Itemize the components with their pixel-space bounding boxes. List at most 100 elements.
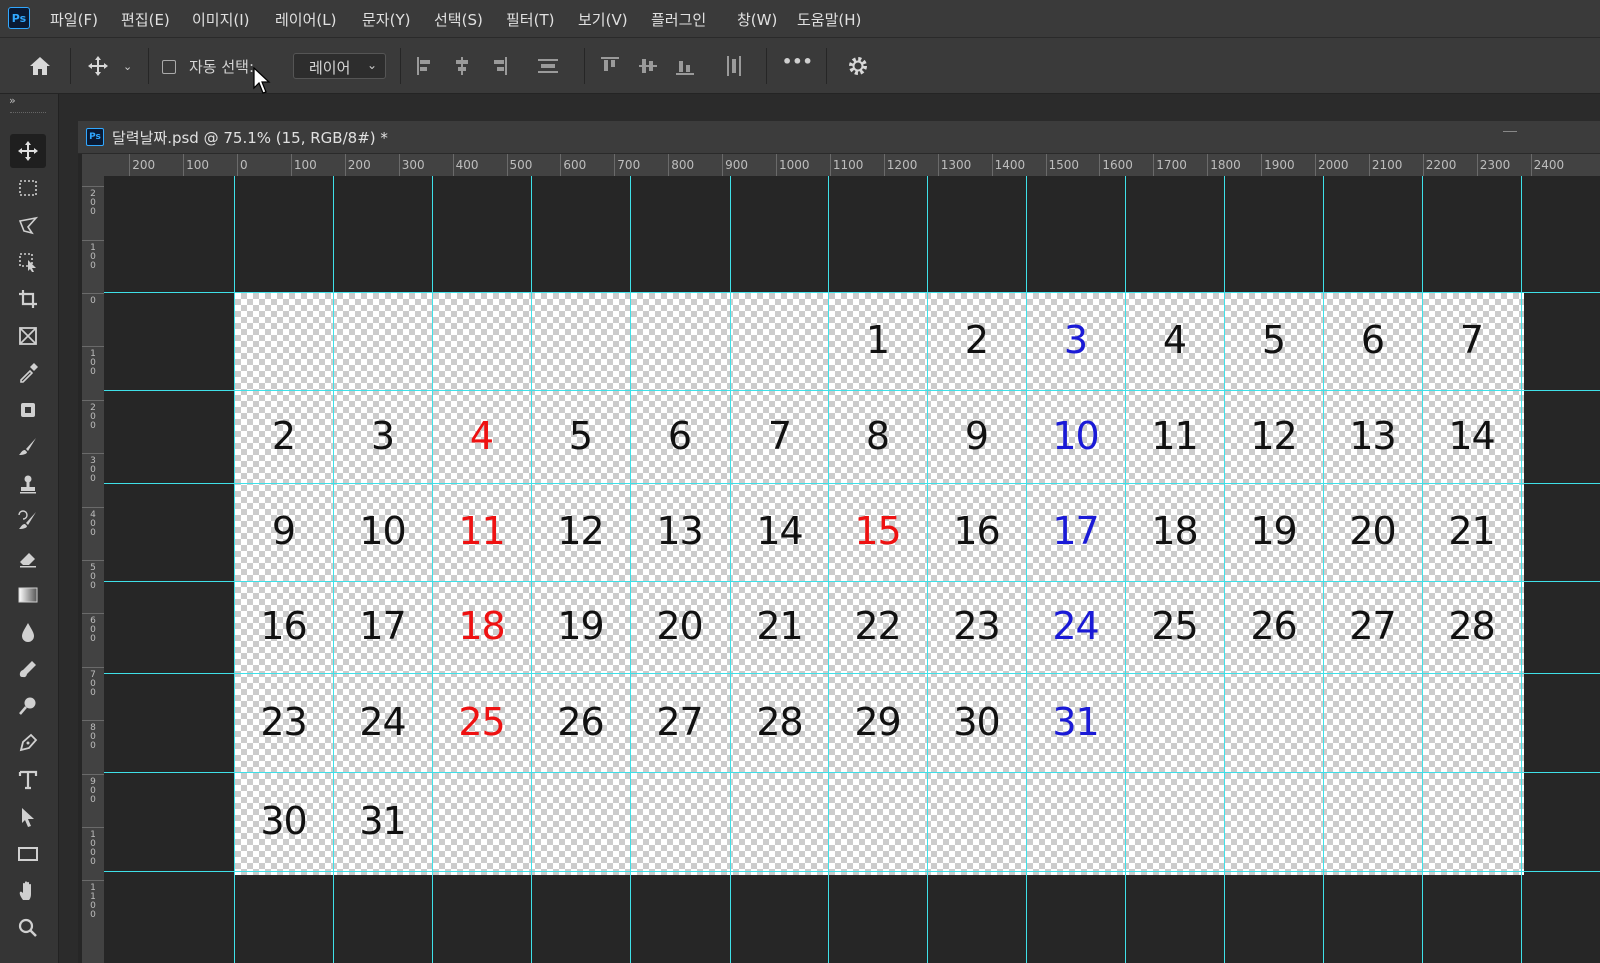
menu-select[interactable]: 선택(S) [434, 9, 483, 30]
calendar-day: 26 [1250, 604, 1297, 648]
calendar-day: 25 [458, 699, 505, 744]
menu-filter[interactable]: 필터(T) [506, 9, 554, 30]
guide-vertical[interactable] [1323, 176, 1324, 963]
align-horizontal-centers-icon[interactable] [451, 54, 473, 78]
expand-panel-icon[interactable]: » [9, 94, 16, 107]
menu-help[interactable]: 도움말(H) [797, 9, 861, 30]
guide-vertical[interactable] [234, 176, 235, 963]
document-title[interactable]: 달력날짜.psd @ 75.1% (15, RGB/8#) * [112, 127, 388, 148]
guide-vertical[interactable] [432, 176, 433, 963]
vertical-ruler[interactable]: 200 100 0 100 200 300 400 500 600 700 800 900 1000 11… [82, 176, 105, 963]
menu-image[interactable]: 이미지(I) [192, 9, 250, 30]
guide-horizontal[interactable] [104, 871, 1600, 872]
move-tool-icon[interactable] [10, 134, 46, 168]
align-top-edges-icon[interactable] [598, 54, 622, 78]
distribute-horizontal-icon[interactable] [722, 54, 746, 78]
guide-vertical[interactable] [1521, 176, 1522, 963]
panel-grip[interactable] [10, 112, 46, 116]
menu-bar: Ps 파일(F) 편집(E) 이미지(I) 레이어(L) 문자(Y) 선택(S)… [0, 0, 1600, 38]
guide-vertical[interactable] [531, 176, 532, 963]
ruler-tick [883, 154, 885, 176]
blur-tool-icon[interactable] [10, 615, 46, 649]
distribute-vertical-icon[interactable] [536, 54, 560, 78]
align-left-edges-icon[interactable] [414, 54, 436, 78]
ruler-label: 100 [90, 242, 96, 271]
ruler-origin[interactable] [82, 154, 104, 176]
menu-window[interactable]: 창(W) [737, 9, 777, 30]
minimize-icon[interactable] [1503, 131, 1517, 132]
more-options-icon[interactable]: ••• [782, 52, 813, 71]
align-bottom-edges-icon[interactable] [673, 54, 697, 78]
pen-tool-icon[interactable] [10, 726, 46, 760]
clone-stamp-icon[interactable] [10, 467, 46, 501]
ruler-label: 400 [455, 158, 479, 172]
lasso-tool-icon[interactable] [10, 208, 46, 242]
align-right-edges-icon[interactable] [488, 54, 510, 78]
guide-vertical[interactable] [828, 176, 829, 963]
calendar-day: 4 [1162, 318, 1187, 362]
menu-file[interactable]: 파일(F) [50, 9, 98, 30]
menu-edit[interactable]: 편집(E) [121, 9, 170, 30]
photoshop-logo-icon[interactable]: Ps [8, 7, 30, 29]
guide-horizontal[interactable] [104, 390, 1600, 391]
healing-brush-icon[interactable] [10, 393, 46, 427]
zoom-tool-icon[interactable] [10, 911, 46, 945]
ruler-tick [82, 827, 104, 828]
chevron-down-icon[interactable]: ⌄ [123, 60, 132, 73]
ruler-label: 200 [90, 402, 96, 431]
calendar-day: 11 [1151, 413, 1198, 458]
gear-icon[interactable] [845, 53, 871, 79]
brush-tool-icon[interactable] [10, 430, 46, 464]
sponge-tool-icon[interactable] [10, 652, 46, 686]
eyedropper-tool-icon[interactable] [10, 356, 46, 390]
guide-horizontal[interactable] [104, 581, 1600, 582]
menu-type[interactable]: 문자(Y) [362, 9, 410, 30]
guide-vertical[interactable] [927, 176, 928, 963]
ruler-label: 1000 [90, 830, 96, 867]
eraser-tool-icon[interactable] [10, 541, 46, 575]
rectangle-tool-icon[interactable] [10, 837, 46, 871]
guide-vertical[interactable] [1125, 176, 1126, 963]
ruler-tick [1530, 154, 1532, 176]
horizontal-ruler[interactable]: 200 100 0 100 200 300 400 500 600 700 800 900 1000 11… [104, 154, 1600, 177]
calendar-day: 6 [667, 413, 692, 458]
calendar-day: 17 [359, 604, 406, 648]
ruler-label: 1900 [1264, 158, 1295, 172]
align-vertical-centers-icon[interactable] [636, 54, 660, 78]
ruler-tick [506, 154, 508, 176]
hand-tool-icon[interactable] [10, 874, 46, 908]
guide-vertical[interactable] [730, 176, 731, 963]
guide-horizontal[interactable] [104, 483, 1600, 484]
guide-horizontal[interactable] [104, 673, 1600, 674]
dodge-tool-icon[interactable] [10, 689, 46, 723]
ruler-label: 800 [90, 723, 96, 752]
guide-horizontal[interactable] [104, 292, 1600, 293]
object-select-tool-icon[interactable] [10, 245, 46, 279]
guide-vertical[interactable] [630, 176, 631, 963]
ruler-tick [1045, 154, 1047, 176]
crop-tool-icon[interactable] [10, 282, 46, 316]
marquee-tool-icon[interactable] [10, 171, 46, 205]
ruler-tick [776, 154, 777, 176]
guide-horizontal[interactable] [104, 772, 1600, 773]
guide-vertical[interactable] [1224, 176, 1225, 963]
canvas-area[interactable]: 1 2 3 4 5 6 7 2 3 4 5 6 7 8 9 10 11 12 13 14 9 10 11 12 13 14 15 16… [104, 176, 1600, 963]
auto-select-checkbox[interactable] [162, 60, 176, 74]
transparent-canvas[interactable] [235, 293, 1524, 875]
guide-vertical[interactable] [333, 176, 334, 963]
guide-vertical[interactable] [1422, 176, 1423, 963]
menu-view[interactable]: 보기(V) [578, 9, 628, 30]
home-icon[interactable] [26, 52, 54, 80]
move-tool-preset-icon[interactable] [86, 54, 110, 78]
path-select-icon[interactable] [10, 800, 46, 834]
calendar-day: 18 [1151, 509, 1198, 553]
menu-plugins[interactable]: 플러그인 [651, 9, 706, 30]
menu-layer[interactable]: 레이어(L) [275, 9, 336, 30]
ruler-tick [82, 773, 104, 775]
history-brush-icon[interactable] [10, 504, 46, 538]
gradient-tool-icon[interactable] [10, 578, 46, 612]
auto-select-target-dropdown[interactable]: 레이어 ⌄ [293, 53, 386, 79]
frame-tool-icon[interactable] [10, 319, 46, 353]
type-tool-icon[interactable] [10, 763, 46, 797]
guide-vertical[interactable] [1026, 176, 1027, 963]
